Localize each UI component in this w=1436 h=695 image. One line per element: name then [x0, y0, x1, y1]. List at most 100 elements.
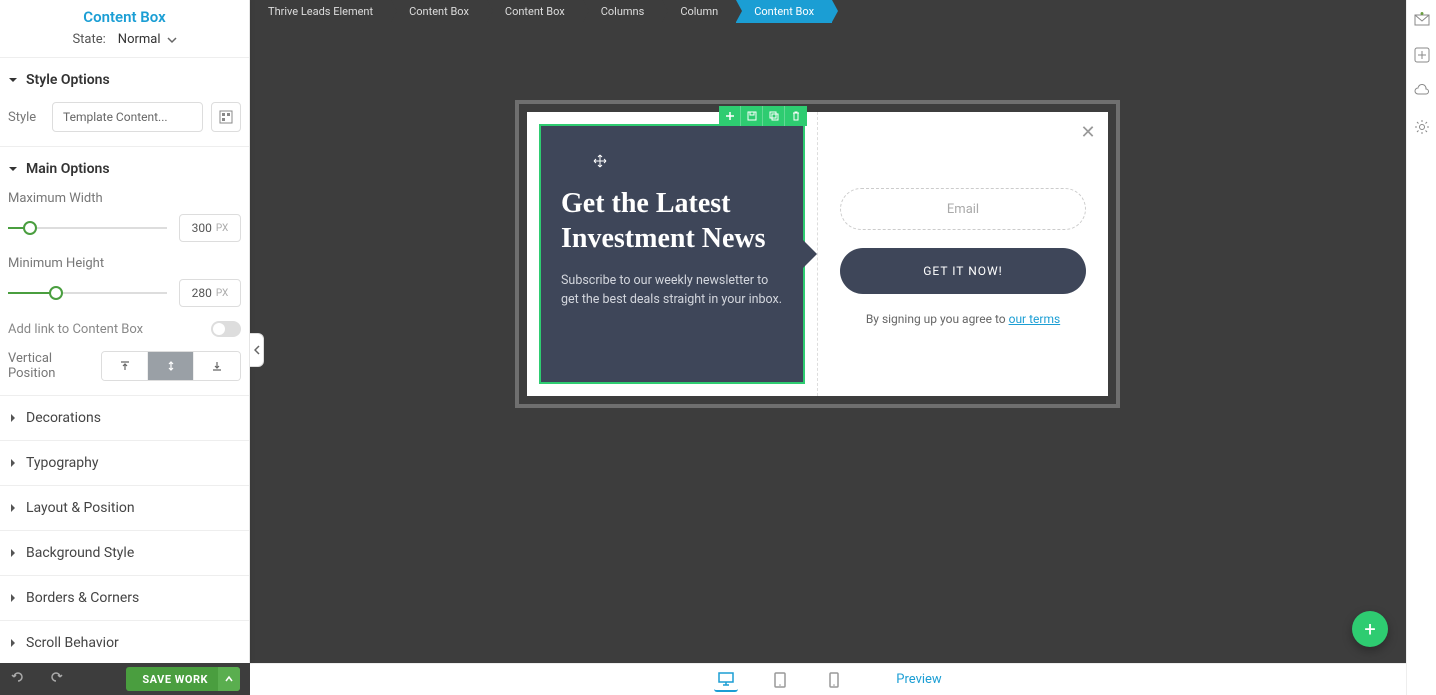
element-duplicate-button[interactable]	[763, 106, 785, 126]
state-row: State: Normal	[0, 32, 249, 47]
save-icon	[746, 110, 758, 122]
section-layout-position[interactable]: Layout & Position	[0, 485, 249, 530]
plus-square-icon	[1413, 46, 1431, 64]
move-icon	[593, 154, 607, 168]
save-label: SAVE WORK	[142, 673, 208, 686]
section-main-options: Main Options Maximum Width 300 PX Minimu…	[0, 146, 249, 395]
trash-icon	[790, 110, 802, 122]
section-style-options: Style Options Style Template Content...	[0, 57, 249, 146]
max-width-slider[interactable]	[8, 218, 167, 238]
state-select[interactable]: Normal	[118, 32, 177, 47]
section-title: Main Options	[26, 161, 110, 177]
add-element-fab[interactable]: +	[1352, 611, 1388, 647]
rail-cloud-button[interactable]	[1413, 82, 1431, 100]
caret-right-icon	[8, 458, 18, 468]
section-decorations[interactable]: Decorations	[0, 395, 249, 440]
caret-right-icon	[8, 638, 18, 648]
terms-prefix: By signing up you agree to	[866, 312, 1009, 326]
max-width-value[interactable]: 300 PX	[179, 214, 241, 242]
min-height-value[interactable]: 280 PX	[179, 279, 241, 307]
min-height-slider[interactable]	[8, 283, 167, 303]
breadcrumb-item[interactable]: Columns	[583, 0, 663, 23]
save-button[interactable]: SAVE WORK	[126, 667, 240, 691]
sidebar-title: Content Box	[0, 8, 249, 26]
max-width-label: Maximum Width	[8, 191, 241, 206]
arrow-notch	[803, 240, 817, 268]
popup-container: ✕ Get the Latest Investment News Subscri…	[515, 100, 1120, 408]
vertical-position-label: Vertical Position	[8, 351, 93, 381]
gear-icon	[1413, 118, 1431, 136]
close-icon: ✕	[1080, 122, 1095, 143]
preview-link[interactable]: Preview	[896, 672, 941, 687]
section-scroll-behavior[interactable]: Scroll Behavior	[0, 620, 249, 665]
envelope-leaf-icon	[1413, 10, 1431, 28]
cta-button[interactable]: GET IT NOW!	[840, 248, 1086, 294]
popup-heading[interactable]: Get the Latest Investment News	[561, 186, 783, 256]
sidebar-collapse-tab[interactable]	[250, 333, 264, 367]
vpos-top-button[interactable]	[102, 352, 148, 380]
vertical-position-segment	[101, 351, 241, 381]
state-label: State:	[72, 32, 105, 47]
device-tablet-button[interactable]	[768, 668, 792, 692]
breadcrumb-item[interactable]: Thrive Leads Element	[250, 0, 391, 23]
breadcrumb-item[interactable]: Content Box	[487, 0, 583, 23]
section-title: Style Options	[26, 72, 110, 88]
section-background-style[interactable]: Background Style	[0, 530, 249, 575]
rail-leads-button[interactable]	[1413, 10, 1431, 28]
rail-add-button[interactable]	[1413, 46, 1431, 64]
vpos-middle-button[interactable]	[148, 352, 194, 380]
section-borders-corners[interactable]: Borders & Corners	[0, 575, 249, 620]
state-value: Normal	[118, 32, 161, 47]
chevron-down-icon	[167, 35, 177, 45]
breadcrumb-item[interactable]: Content Box	[391, 0, 487, 23]
caret-down-icon	[8, 164, 18, 174]
chevron-left-icon	[254, 345, 260, 355]
style-template-button[interactable]	[211, 102, 241, 132]
section-typography[interactable]: Typography	[0, 440, 249, 485]
section-title: Scroll Behavior	[26, 635, 119, 651]
chevron-up-icon	[225, 675, 233, 683]
undo-button[interactable]	[10, 669, 26, 689]
slider-thumb[interactable]	[49, 286, 63, 300]
breadcrumb-item[interactable]: Column	[662, 0, 736, 23]
element-add-button[interactable]	[719, 106, 741, 126]
caret-right-icon	[8, 593, 18, 603]
redo-icon	[48, 669, 64, 685]
rail-settings-button[interactable]	[1413, 118, 1431, 136]
min-height-label: Minimum Height	[8, 256, 241, 271]
terms-link[interactable]: our terms	[1009, 312, 1061, 326]
section-title: Layout & Position	[26, 500, 135, 516]
section-header-style-options[interactable]: Style Options	[8, 68, 241, 92]
vpos-bottom-button[interactable]	[194, 352, 240, 380]
element-delete-button[interactable]	[785, 106, 807, 126]
breadcrumb-item-active[interactable]: Content Box	[736, 0, 832, 23]
mobile-icon	[827, 671, 841, 689]
close-button[interactable]: ✕	[1076, 120, 1100, 144]
align-middle-icon	[165, 360, 177, 372]
style-dropdown-value: Template Content...	[63, 110, 168, 124]
device-desktop-button[interactable]	[714, 668, 738, 692]
style-dropdown[interactable]: Template Content...	[52, 102, 203, 132]
popup-right-column: Email GET IT NOW! By signing up you agre…	[817, 112, 1108, 396]
section-header-main-options[interactable]: Main Options	[8, 157, 241, 181]
redo-button[interactable]	[48, 669, 64, 689]
popup-left-content-box[interactable]: Get the Latest Investment News Subscribe…	[539, 124, 805, 384]
popup-subtext[interactable]: Subscribe to our weekly newsletter to ge…	[561, 272, 783, 310]
device-mobile-button[interactable]	[822, 668, 846, 692]
element-save-button[interactable]	[741, 106, 763, 126]
save-dropdown[interactable]	[218, 667, 240, 691]
terms-text: By signing up you agree to our terms	[840, 312, 1086, 326]
add-link-label: Add link to Content Box	[8, 322, 143, 337]
unit: PX	[216, 223, 228, 234]
slider-thumb[interactable]	[23, 221, 37, 235]
email-input[interactable]: Email	[840, 188, 1086, 230]
popup[interactable]: ✕ Get the Latest Investment News Subscri…	[527, 112, 1108, 396]
device-bar: Preview	[250, 663, 1406, 695]
plus-icon: +	[1364, 617, 1375, 641]
caret-right-icon	[8, 413, 18, 423]
undo-icon	[10, 669, 26, 685]
unit: PX	[216, 288, 228, 299]
add-link-toggle[interactable]	[211, 321, 241, 337]
desktop-icon	[717, 670, 735, 688]
align-bottom-icon	[211, 360, 223, 372]
